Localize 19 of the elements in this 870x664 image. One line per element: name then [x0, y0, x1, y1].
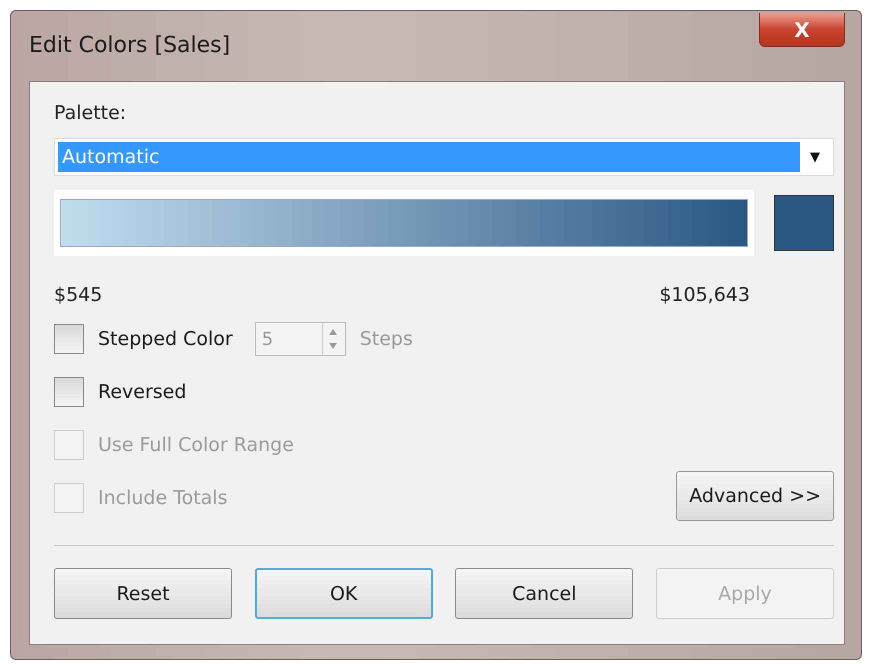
dialog-button[interactable]: Reset	[54, 568, 232, 619]
steps-label: Steps	[360, 328, 413, 350]
dialog-button[interactable]: Cancel	[455, 568, 634, 619]
dialog-button[interactable]: OK	[254, 568, 433, 619]
advanced-button[interactable]: Advanced >>	[676, 471, 834, 521]
range-max: $105,643	[659, 284, 750, 306]
option-label: Stepped Color	[98, 328, 233, 350]
option-label: Reversed	[98, 381, 186, 403]
palette-dropdown[interactable]: Automatic ▼	[54, 138, 834, 176]
option-label: Include Totals	[98, 487, 228, 509]
checkbox[interactable]	[54, 377, 84, 407]
window-title: Edit Colors [Sales]	[29, 33, 230, 58]
palette-label: Palette:	[54, 102, 128, 124]
range-min: $545	[54, 284, 102, 306]
option-label: Use Full Color Range	[98, 434, 294, 456]
color-swatch[interactable]	[774, 195, 834, 251]
close-button[interactable]: X	[759, 13, 845, 47]
checkbox[interactable]	[54, 324, 84, 354]
caret-icon: ▼	[800, 150, 830, 164]
